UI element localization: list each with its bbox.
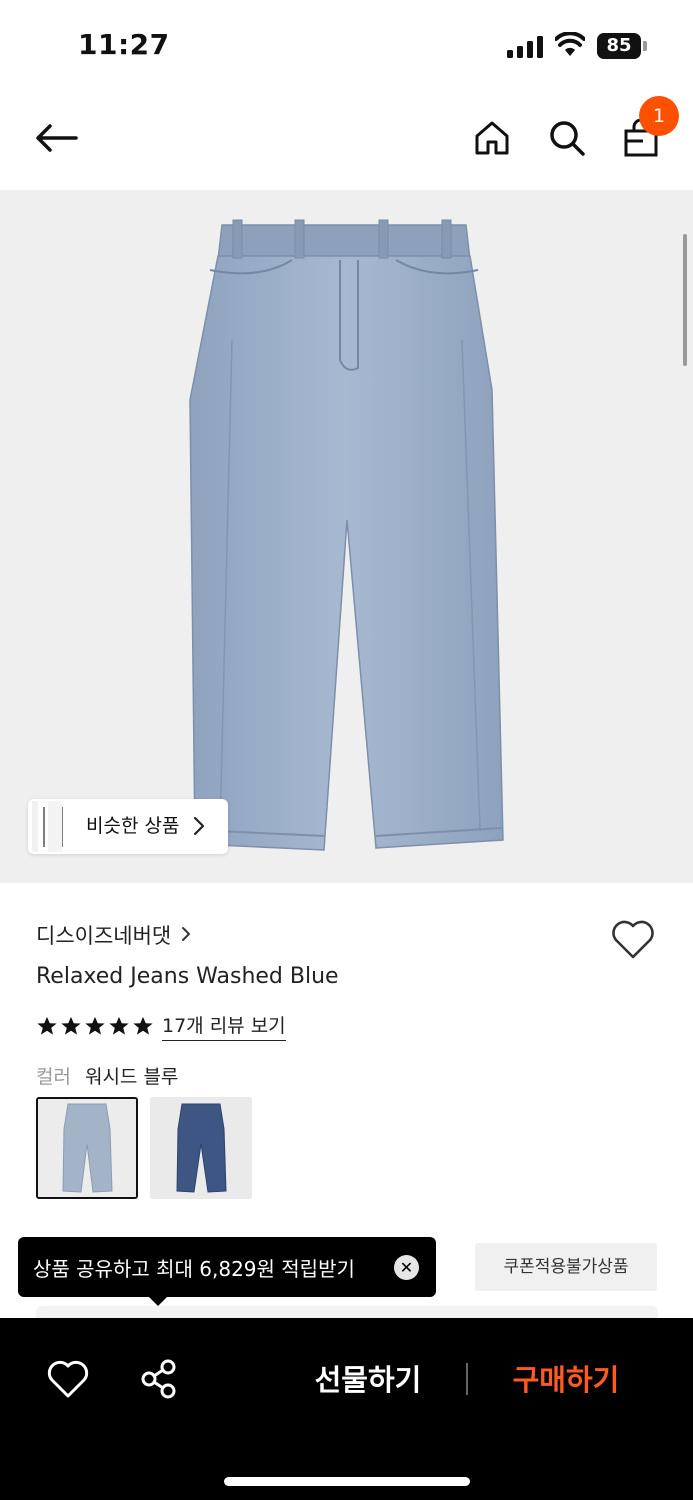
battery-level: 85 (597, 33, 641, 59)
color-swatch-dark-blue[interactable] (150, 1097, 252, 1199)
status-time: 11:27 (78, 28, 170, 61)
signal-icon (507, 34, 543, 58)
rating-row: 17개 리뷰 보기 (36, 1011, 286, 1041)
washed-blue-jeans-image (38, 1099, 136, 1197)
star-icon (61, 1016, 81, 1035)
chevron-right-icon (192, 815, 206, 841)
image-scroll-indicator (683, 234, 687, 366)
chevron-right-icon (181, 923, 191, 947)
color-value: 워시드 블루 (84, 1066, 179, 1088)
similar-items-button[interactable]: 비슷한 상품 (28, 799, 228, 854)
brand-link[interactable]: 디스이즈네버댓 (36, 920, 191, 950)
similar-items-label: 비슷한 상품 (86, 815, 180, 837)
star-icon (37, 1016, 57, 1035)
tooltip-text: 상품 공유하고 최대 6,829원 적립받기 (33, 1256, 355, 1281)
product-image[interactable] (0, 190, 693, 883)
star-icon (133, 1016, 153, 1035)
coupon-unavailable-badge: 쿠폰적용불가상품 (475, 1243, 657, 1291)
dark-blue-jeans-image (150, 1097, 252, 1199)
back-arrow-icon[interactable] (32, 114, 80, 162)
share-icon[interactable] (138, 1358, 180, 1400)
status-bar: 11:27 85 (0, 0, 693, 92)
search-icon[interactable] (543, 114, 591, 162)
heart-icon[interactable] (46, 1358, 90, 1400)
cart-count-badge: 1 (639, 96, 679, 136)
star-icon (85, 1016, 105, 1035)
wifi-icon (554, 31, 586, 58)
jeans-image (189, 219, 504, 851)
buy-button[interactable]: 구매하기 (500, 1355, 632, 1405)
brand-name: 디스이즈네버댓 (36, 924, 172, 948)
close-icon[interactable]: ✕ (394, 1255, 419, 1280)
rating-stars (36, 1015, 154, 1037)
bottom-action-bar (0, 1318, 693, 1500)
home-indicator (224, 1477, 470, 1486)
color-row: 컬러 워시드 블루 (36, 1062, 178, 1089)
color-label: 컬러 (36, 1066, 71, 1088)
home-icon[interactable] (468, 114, 516, 162)
star-icon (109, 1016, 129, 1035)
review-link[interactable]: 17개 리뷰 보기 (162, 1011, 286, 1041)
tooltip-tail (148, 1296, 168, 1306)
divider (466, 1363, 468, 1395)
top-nav (0, 92, 693, 190)
wishlist-heart-icon[interactable] (610, 918, 656, 960)
product-name: Relaxed Jeans Washed Blue (36, 964, 339, 989)
color-swatch-washed-blue[interactable] (36, 1097, 138, 1199)
share-reward-tooltip: 상품 공유하고 최대 6,829원 적립받기 (18, 1237, 436, 1297)
similar-thumb-icon (28, 799, 68, 854)
gift-button[interactable]: 선물하기 (300, 1355, 436, 1405)
battery-icon: 85 (597, 33, 647, 59)
